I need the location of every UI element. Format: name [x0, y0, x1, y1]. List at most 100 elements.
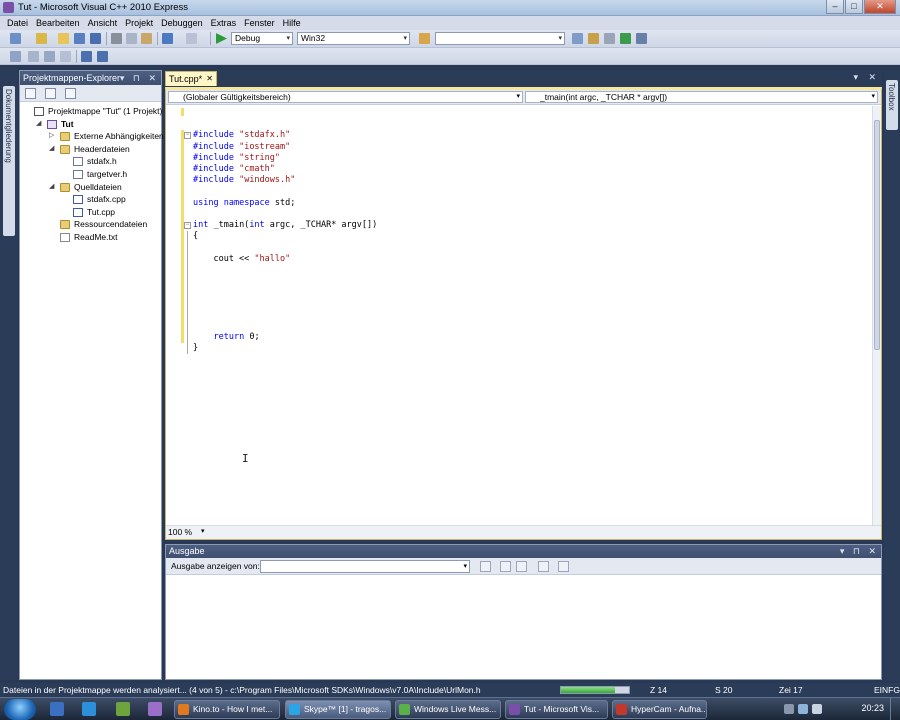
quicklaunch-icon[interactable] — [116, 702, 130, 716]
close-tab-icon[interactable]: ✕ — [206, 72, 213, 86]
tree-item[interactable]: ReadMe.txt — [20, 231, 161, 244]
start-button[interactable] — [4, 699, 36, 720]
scope-combo[interactable]: (Globaler Gültigkeitsbereich) ▾ — [168, 91, 523, 103]
tray-icon[interactable] — [784, 704, 794, 714]
find-in-files-icon[interactable] — [419, 33, 430, 44]
refresh-icon[interactable] — [65, 88, 76, 99]
tab-strip-buttons[interactable]: ▾ ✕ — [853, 72, 880, 83]
panel-window-buttons[interactable]: ▾ ⊓ ✕ — [120, 71, 159, 85]
next-message-icon[interactable] — [516, 561, 527, 572]
menu-extras[interactable]: Extras — [207, 16, 241, 30]
menu-bearbeiten[interactable]: Bearbeiten — [32, 16, 84, 30]
collapse-region-icon[interactable]: − — [184, 132, 191, 140]
tab-tut-cpp[interactable]: Tut.cpp* ✕ — [165, 71, 217, 86]
menu-hilfe[interactable]: Hilfe — [279, 16, 305, 30]
taskbar-button[interactable]: Skype™ [1] - tragos... — [285, 700, 391, 719]
menu-projekt[interactable]: Projekt — [121, 16, 157, 30]
keyword-token: int — [193, 220, 209, 230]
redo-icon[interactable] — [186, 33, 197, 44]
new-project-icon[interactable] — [10, 33, 21, 44]
properties-icon[interactable] — [25, 88, 36, 99]
tree-expander-icon[interactable]: ◢ — [36, 118, 41, 130]
find-message-icon[interactable] — [480, 561, 491, 572]
undo-icon[interactable] — [162, 33, 173, 44]
panel-window-buttons[interactable]: ▾ ⊓ ✕ — [840, 545, 879, 558]
zoom-dropdown-icon[interactable]: ▾ — [201, 527, 205, 535]
taskbar-button[interactable]: Kino.to - How I met... — [174, 700, 280, 719]
tree-item[interactable]: targetver.h — [20, 168, 161, 181]
font-icon[interactable] — [60, 51, 71, 62]
start-page-icon[interactable] — [620, 33, 631, 44]
platform-combo[interactable]: Win32 ▾ — [297, 32, 410, 45]
paste-icon[interactable] — [141, 33, 152, 44]
tree-item[interactable]: Tut.cpp — [20, 206, 161, 219]
tree-item[interactable]: stdafx.h — [20, 155, 161, 168]
quicklaunch-icon[interactable] — [148, 702, 162, 716]
document-outline-tab[interactable]: Dokumentgliederung — [3, 86, 15, 236]
tree-item[interactable]: stdafx.cpp — [20, 193, 161, 206]
menu-ansicht[interactable]: Ansicht — [84, 16, 122, 30]
taskbar-button[interactable]: Tut - Microsoft Vis... — [505, 700, 608, 719]
zoom-level[interactable]: 100 % — [168, 527, 192, 537]
menu-debuggen[interactable]: Debuggen — [157, 16, 207, 30]
maximize-button[interactable]: □ — [845, 0, 863, 14]
tree-item[interactable]: ◢ Tut — [20, 118, 161, 131]
vertical-scrollbar[interactable] — [872, 106, 881, 526]
comment-icon[interactable] — [81, 51, 92, 62]
menu-fenster[interactable]: Fenster — [240, 16, 279, 30]
save-all-icon[interactable] — [90, 33, 101, 44]
cut-icon[interactable] — [111, 33, 122, 44]
start-debugging-icon[interactable] — [216, 33, 227, 44]
indent-icon[interactable] — [28, 51, 39, 62]
copy-icon[interactable] — [126, 33, 137, 44]
collapse-region-icon[interactable]: − — [184, 222, 191, 229]
volume-icon[interactable] — [812, 704, 822, 714]
show-desktop-button[interactable] — [890, 698, 900, 720]
clock[interactable]: 20:23 — [861, 703, 884, 713]
show-output-from-label: Ausgabe anzeigen von: — [171, 561, 260, 571]
taskbar-button[interactable]: HyperCam - Aufna... — [612, 700, 707, 719]
properties-icon[interactable] — [588, 33, 599, 44]
network-icon[interactable] — [798, 704, 808, 714]
close-button[interactable]: ✕ — [864, 0, 896, 14]
vs-window: Tut - Microsoft Visual C++ 2010 Express … — [0, 0, 900, 697]
tree-item[interactable]: Projektmappe "Tut" (1 Projekt) — [20, 105, 162, 118]
function-combo[interactable]: _tmain(int argc, _TCHAR * argv[]) ▾ — [525, 91, 878, 103]
outdent-icon[interactable] — [44, 51, 55, 62]
minimize-button[interactable]: – — [826, 0, 844, 14]
solution-explorer-icon[interactable] — [572, 33, 583, 44]
quicklaunch-icon[interactable] — [50, 702, 64, 716]
tree-item[interactable]: ▷ Externe Abhängigkeiten — [20, 130, 164, 143]
find-combo[interactable]: ▾ — [435, 32, 565, 45]
open-file-icon[interactable] — [58, 33, 69, 44]
tree-expander-icon[interactable]: ◢ — [49, 181, 54, 193]
tree-expander-icon[interactable]: ▷ — [49, 130, 54, 142]
menu-datei[interactable]: Datei — [3, 16, 32, 30]
taskbar-button[interactable]: Windows Live Mess... — [395, 700, 501, 719]
tree-item[interactable]: ◢ Headerdateien — [20, 143, 161, 156]
scroll-thumb[interactable] — [874, 120, 880, 350]
taskbar-button-label: Tut - Microsoft Vis... — [524, 704, 600, 714]
toolbox-icon[interactable] — [604, 33, 615, 44]
tree-item[interactable]: Ressourcendateien — [20, 218, 161, 231]
clear-all-icon[interactable] — [538, 561, 549, 572]
tree-expander-icon[interactable]: ◢ — [49, 143, 54, 155]
save-icon[interactable] — [74, 33, 85, 44]
toolbox-tab[interactable]: Toolbox — [886, 80, 898, 130]
format-icon[interactable] — [10, 51, 21, 62]
quicklaunch-icon[interactable] — [82, 702, 96, 716]
uncomment-icon[interactable] — [97, 51, 108, 62]
editor-tab-strip: Tut.cpp* ✕ ▾ ✕ — [165, 70, 882, 86]
previous-message-icon[interactable] — [500, 561, 511, 572]
tree-item[interactable]: ◢ Quelldateien — [20, 181, 161, 194]
code-text-area[interactable]: #include "stdafx.h" #include "iostream" #i… — [166, 106, 872, 526]
code-line: #include "windows.h" — [193, 175, 295, 186]
output-header: Ausgabe ▾ ⊓ ✕ — [166, 545, 881, 558]
configuration-combo[interactable]: Debug ▾ — [231, 32, 293, 45]
show-output-from-combo[interactable]: ▾ — [260, 560, 470, 573]
add-item-icon[interactable] — [36, 33, 47, 44]
keyword-token: int — [249, 220, 265, 230]
show-all-files-icon[interactable] — [45, 88, 56, 99]
extension-manager-icon[interactable] — [636, 33, 647, 44]
word-wrap-icon[interactable] — [558, 561, 569, 572]
